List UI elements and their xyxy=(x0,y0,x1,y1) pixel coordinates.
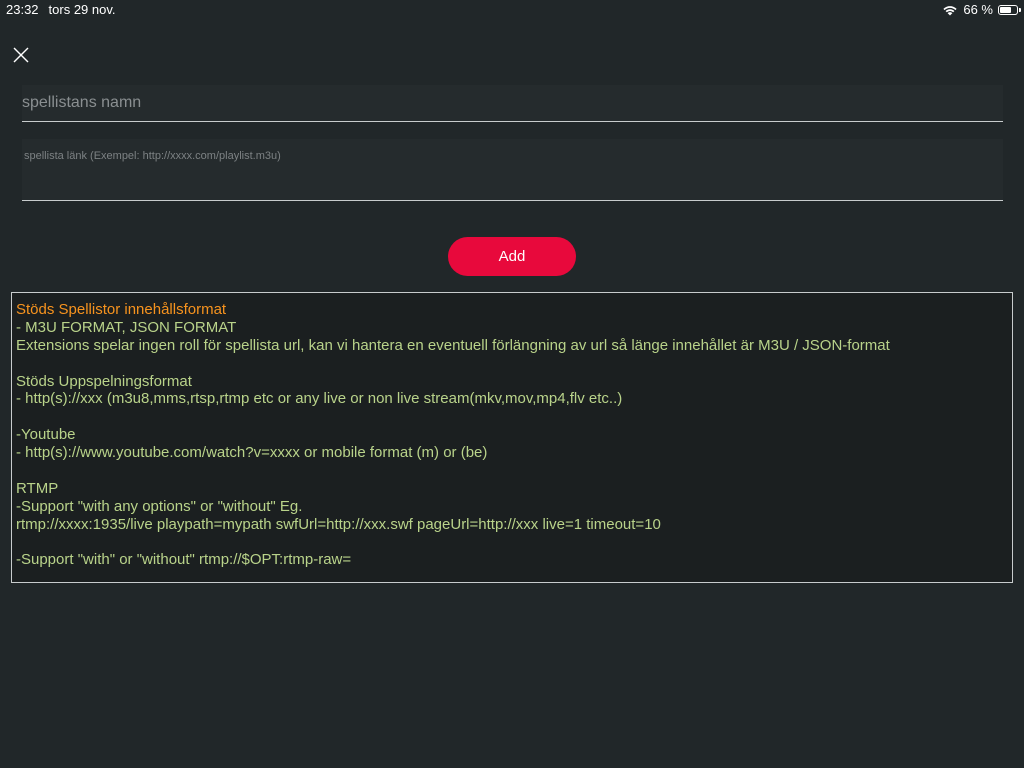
status-time: 23:32 xyxy=(6,2,39,17)
info-line: rtmp://xxxx:1935/live playpath=mypath sw… xyxy=(16,515,661,533)
battery-icon xyxy=(998,4,1021,15)
info-line: -Support "with" or "without" rtmp://$OPT… xyxy=(16,551,352,569)
status-right: 66 % xyxy=(942,2,1021,17)
status-bar: 23:32 tors 29 nov. 66 % xyxy=(0,0,1024,20)
info-line xyxy=(16,355,1008,373)
info-line: RTMP xyxy=(16,479,59,497)
info-line: -Support "with any options" or "without"… xyxy=(16,497,303,515)
info-line: Stöds Uppspelningsformat xyxy=(16,372,192,390)
info-line xyxy=(16,534,1008,552)
status-date: tors 29 nov. xyxy=(48,2,116,17)
battery-percent: 66 % xyxy=(963,2,993,17)
supported-formats-info: Stöds Spellistor innehållsformat - M3U F… xyxy=(11,292,1013,583)
wifi-icon xyxy=(943,5,957,15)
playlist-name-field xyxy=(22,85,1003,122)
add-button[interactable]: Add xyxy=(448,237,576,276)
close-button[interactable] xyxy=(10,44,32,66)
info-line: - http(s)://xxx (m3u8,mms,rtsp,rtmp etc … xyxy=(16,390,623,408)
close-icon xyxy=(13,47,29,63)
info-line xyxy=(16,462,1008,480)
playlist-add-screen: 23:32tors 29 nov. 66 % Add Stöds Spel xyxy=(0,0,1024,768)
info-line: - M3U FORMAT, JSON FORMAT xyxy=(16,318,237,336)
battery-fill xyxy=(1000,6,1011,13)
status-left: 23:32 tors 29 nov. xyxy=(6,2,116,17)
playlist-link-input[interactable] xyxy=(22,139,1003,200)
battery-cap xyxy=(1019,7,1021,12)
info-heading: Stöds Spellistor innehållsformat xyxy=(16,301,227,318)
playlist-name-input[interactable] xyxy=(22,85,1003,121)
info-line: -Youtube xyxy=(16,426,76,444)
info-line: - http(s)://www.youtube.com/watch?v=xxxx… xyxy=(16,444,488,462)
info-line xyxy=(16,408,1008,426)
playlist-link-field xyxy=(22,139,1003,201)
info-line: Extensions spelar ingen roll för spellis… xyxy=(16,336,890,354)
